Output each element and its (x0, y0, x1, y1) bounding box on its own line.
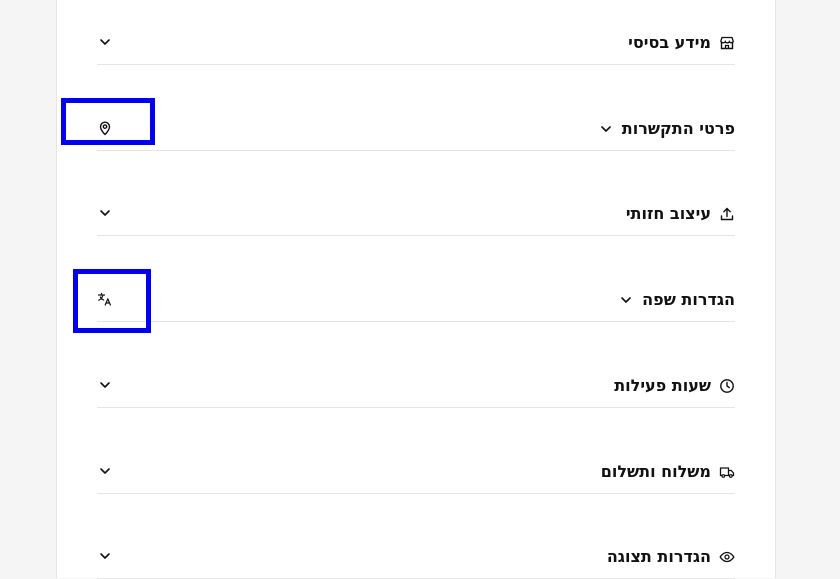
section-header[interactable]: מידע בסיסי (628, 21, 735, 64)
clock-icon (719, 378, 735, 394)
section-title: מידע בסיסי (628, 33, 711, 52)
chevron-down-icon[interactable] (97, 377, 113, 393)
section-language-settings[interactable]: הגדרות שפה (97, 278, 735, 322)
section-header[interactable]: משלוח ותשלום (601, 450, 735, 493)
section-header[interactable]: הגדרות שפה (618, 278, 735, 321)
chevron-down-icon[interactable] (97, 34, 113, 50)
section-header[interactable]: פרטי התקשרות (598, 107, 735, 150)
section-title: הגדרות שפה (642, 290, 735, 309)
section-business-hours[interactable]: שעות פעילות (97, 364, 735, 408)
section-title: פרטי התקשרות (621, 119, 735, 138)
section-title: שעות פעילות (614, 376, 711, 395)
map-pin-icon (99, 121, 111, 136)
section-visual-design[interactable]: עיצוב חזותי (97, 192, 735, 236)
chevron-down-icon[interactable] (598, 121, 614, 137)
section-title: עיצוב חזותי (625, 204, 711, 223)
eye-icon (719, 549, 735, 565)
section-shipping-payment[interactable]: משלוח ותשלום (97, 450, 735, 494)
section-contact-details[interactable]: פרטי התקשרות (97, 107, 735, 151)
section-basic-info[interactable]: מידע בסיסי (97, 21, 735, 65)
section-header[interactable]: שעות פעילות (614, 364, 735, 407)
chevron-down-icon[interactable] (97, 205, 113, 221)
section-title: משלוח ותשלום (600, 462, 711, 481)
store-icon (719, 35, 735, 51)
truck-icon (719, 464, 735, 480)
chevron-down-icon[interactable] (618, 292, 634, 308)
section-title: הגדרות תצוגה (606, 547, 711, 566)
chevron-down-icon[interactable] (97, 548, 113, 564)
upload-icon (719, 206, 735, 222)
translate-icon (97, 292, 111, 306)
chevron-down-icon[interactable] (97, 463, 113, 479)
section-header[interactable]: עיצוב חזותי (626, 192, 735, 235)
section-display-settings[interactable]: הגדרות תצוגה (97, 535, 735, 579)
section-header[interactable]: הגדרות תצוגה (607, 535, 735, 578)
